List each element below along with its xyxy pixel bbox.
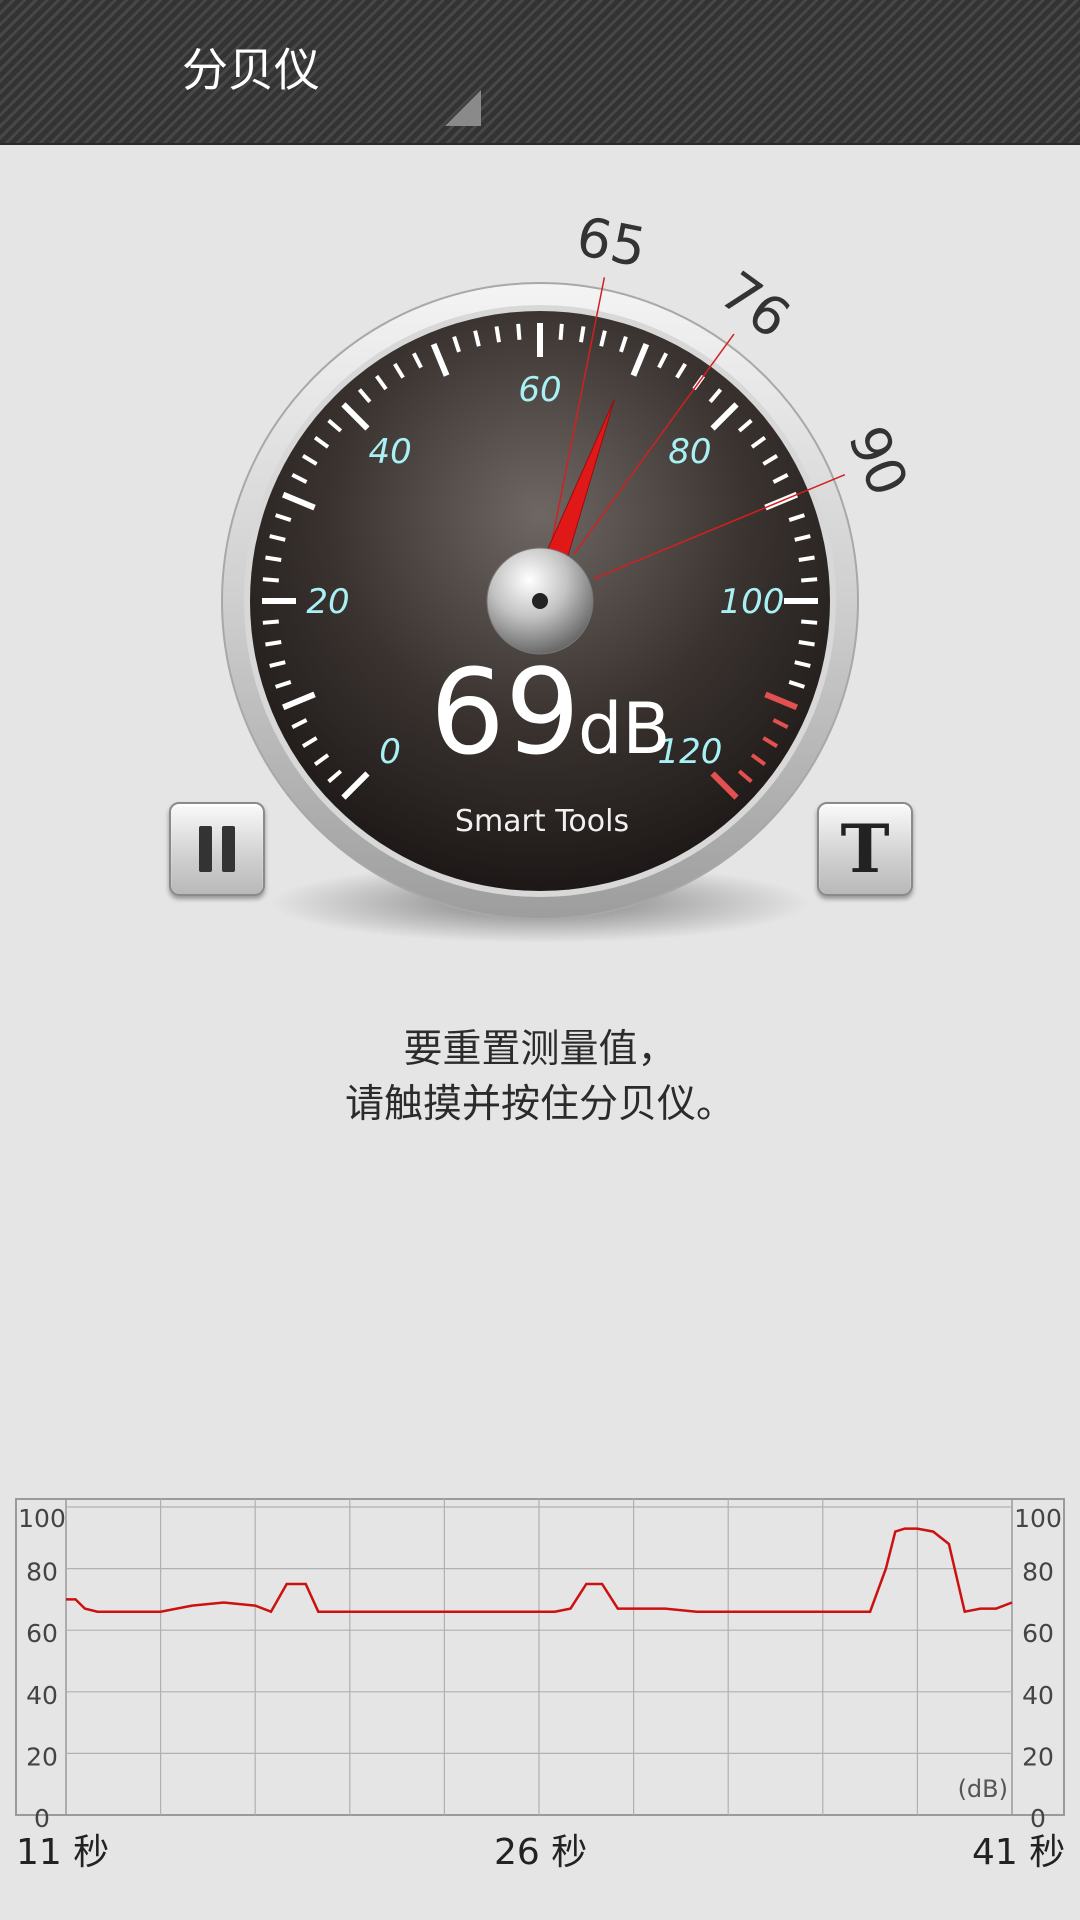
app-title-spinner[interactable]: 分贝仪 — [182, 40, 320, 100]
chart-grid — [65, 1499, 1013, 1815]
gauge-tick — [265, 640, 282, 647]
chart-y-tick-right: 20 — [1022, 1742, 1054, 1771]
reading-value: 69 — [430, 643, 580, 781]
chart-y-tick-right: 100 — [1014, 1504, 1062, 1533]
gauge-marker-label: 90 — [836, 417, 921, 505]
chart-y-tick-left: 20 — [26, 1742, 58, 1771]
gauge-scale-label: 20 — [306, 582, 349, 622]
gauge-scale-label: 100 — [720, 582, 785, 622]
gauge-tick — [801, 619, 818, 625]
chart-y-tick-right: 60 — [1022, 1619, 1054, 1648]
gauge-tick — [801, 577, 818, 583]
decibel-gauge[interactable]: 0 20 40 60 80 100 120 65 76 90 69 dB Smart Tools — [0, 143, 1080, 973]
text-toggle-button[interactable]: T — [817, 802, 913, 896]
reset-hint-line1: 要重置测量值， — [403, 1027, 677, 1072]
gauge-tick — [265, 555, 282, 562]
gauge-scale-label: 40 — [368, 432, 411, 472]
chart-y-axis-left: 020406080100 — [18, 1504, 66, 1833]
chart-y-tick-left: 60 — [26, 1619, 58, 1648]
gauge-marker-label: 65 — [572, 205, 652, 280]
gauge-scale-label: 60 — [518, 370, 561, 410]
gauge-tick — [579, 326, 586, 343]
reset-hint-line2: 请触摸并按住分贝仪。 — [344, 1082, 735, 1127]
chart-y-tick-left: 80 — [26, 1558, 58, 1587]
history-chart: 020406080100 020406080100 (dB) — [15, 1498, 1065, 1833]
reading-unit: dB — [578, 688, 670, 770]
chart-ylabel: (dB) — [958, 1775, 1008, 1803]
x-label-mid: 26 秒 — [494, 1832, 588, 1873]
gauge-scale-label: 0 — [379, 732, 401, 772]
gauge-svg: 020406080100120 657690 69 dB Smart Tools — [221, 205, 921, 943]
chart-y-tick-right: 80 — [1022, 1558, 1054, 1587]
chart-frame — [15, 1498, 1065, 1816]
x-label-end: 41 秒 — [972, 1832, 1066, 1873]
gauge-scale-label: 80 — [668, 432, 711, 472]
gauge-tick — [558, 323, 564, 340]
brand-label: Smart Tools — [455, 804, 629, 839]
gauge-marker-label: 76 — [709, 259, 802, 350]
reset-hint: 要重置测量值， 请触摸并按住分贝仪。 — [0, 1022, 1080, 1132]
gauge-tick — [798, 640, 815, 647]
chart-y-tick-left: 40 — [26, 1681, 58, 1710]
app-bar: 分贝仪 — [0, 0, 1080, 145]
gauge-hub-pin — [532, 593, 548, 609]
gauge-tick — [262, 619, 279, 625]
gauge-tick — [798, 555, 815, 562]
pause-icon — [199, 826, 212, 872]
gauge-tick — [516, 323, 522, 340]
pause-button[interactable] — [169, 802, 265, 896]
chart-y-axis-right: 020406080100 — [1014, 1504, 1062, 1833]
chart-y-tick-left: 100 — [18, 1504, 66, 1533]
spinner-triangle-icon[interactable] — [445, 90, 481, 126]
x-label-start: 11 秒 — [16, 1832, 110, 1873]
gauge-tick — [494, 326, 501, 343]
pause-icon-bar — [222, 826, 235, 872]
text-t-icon: T — [840, 810, 890, 888]
gauge-tick — [262, 577, 279, 583]
chart-y-tick-right: 40 — [1022, 1681, 1054, 1710]
